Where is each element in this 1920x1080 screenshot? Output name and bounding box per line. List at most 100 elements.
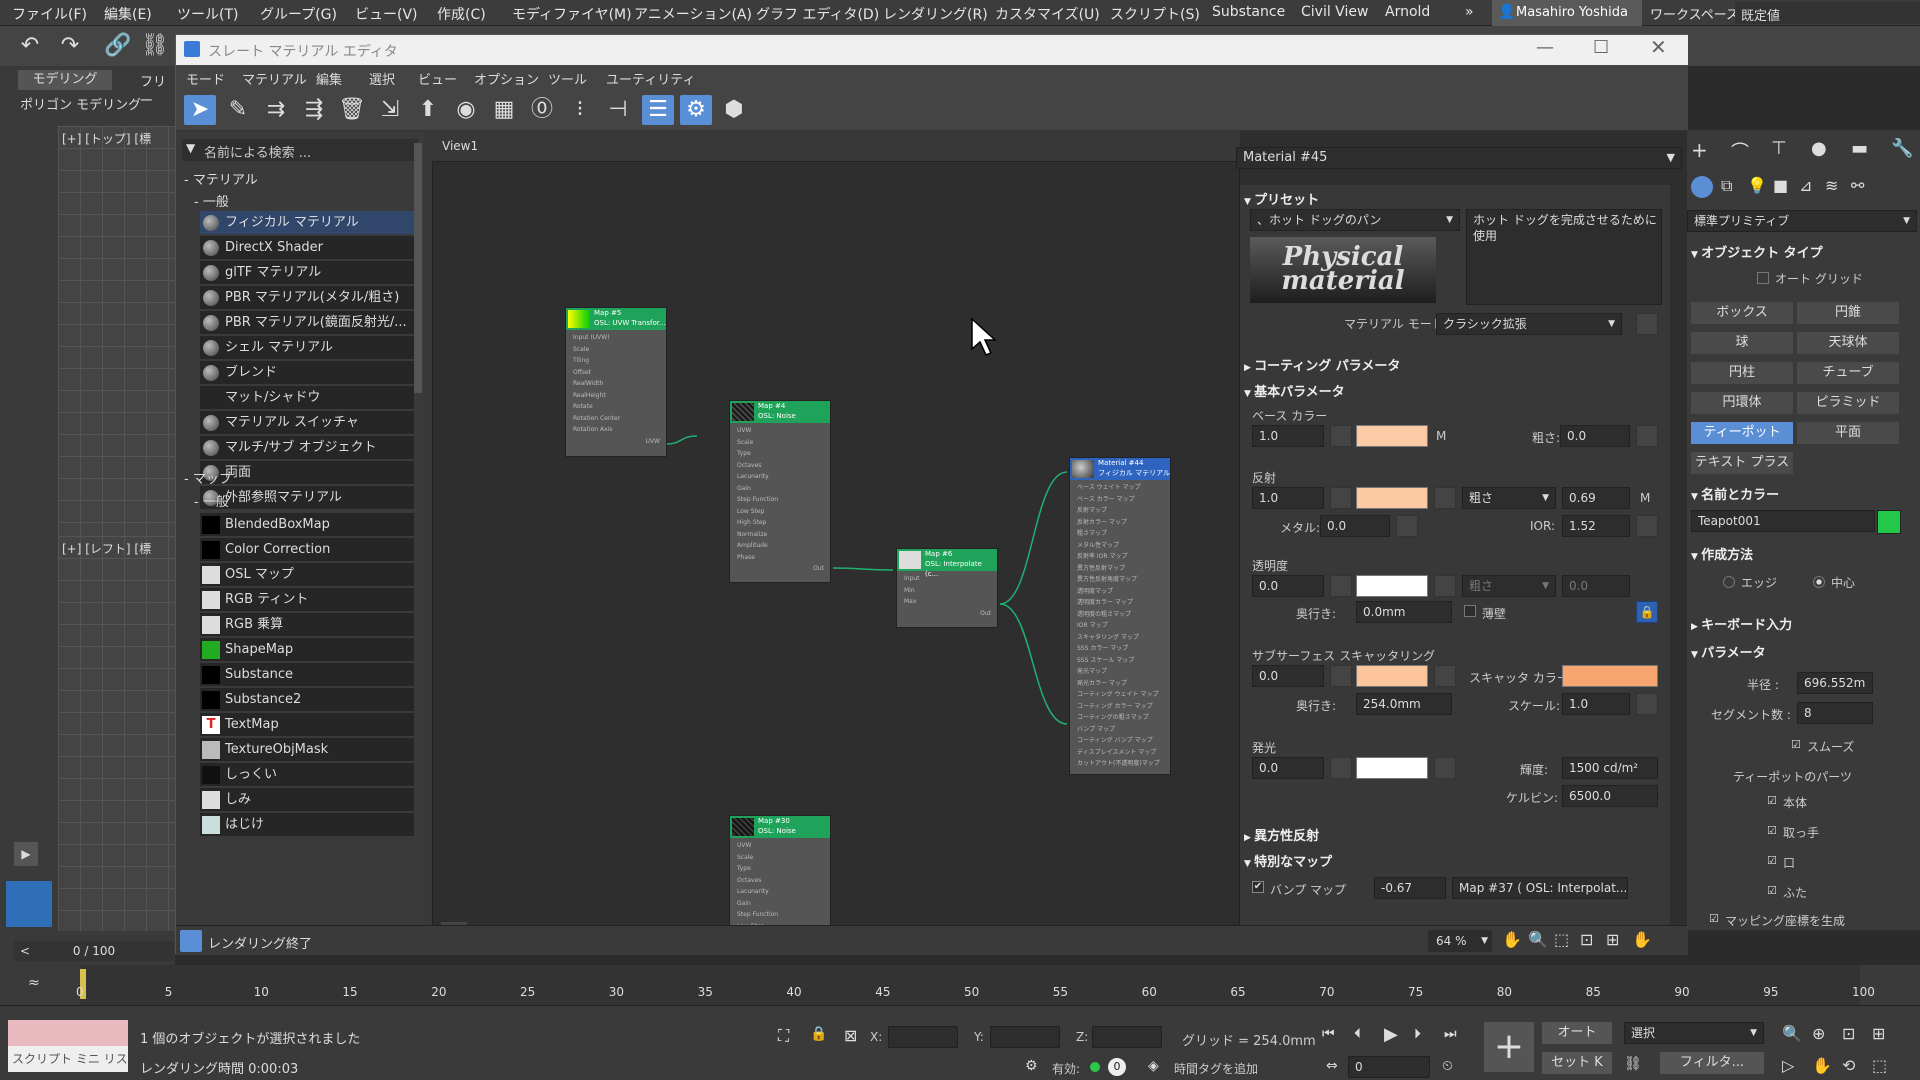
node-input-socket[interactable]: Step Function <box>730 494 830 506</box>
helpers-icon[interactable]: ⊿ <box>1799 176 1812 195</box>
pan-view-icon[interactable]: ✋ <box>1812 1056 1832 1075</box>
node-input-socket[interactable]: ベース カラー マップ <box>1070 494 1170 506</box>
menu-edit[interactable]: 編集(E) <box>104 4 152 24</box>
ior-map-button[interactable] <box>1636 515 1658 537</box>
menu-civil-view[interactable]: Civil View <box>1301 4 1368 20</box>
metalness-spinner[interactable]: 0.0 <box>1320 515 1390 537</box>
node-input-socket[interactable]: Gain <box>730 483 830 495</box>
object-color-swatch[interactable] <box>1877 510 1901 534</box>
slate-menu-tools[interactable]: ツール <box>548 69 587 88</box>
maps-group-header[interactable]: - マップ <box>184 468 232 487</box>
slate-menu-view[interactable]: ビュー <box>418 69 457 88</box>
geometry-icon[interactable] <box>1691 176 1713 198</box>
map-item[interactable]: しっくい <box>200 763 414 786</box>
slate-menu-utilities[interactable]: ユーティリティ <box>606 69 695 88</box>
depth-spinner[interactable]: 0.0mm <box>1356 601 1452 623</box>
rollup-keyboard-entry[interactable]: ▶ キーボード入力 <box>1691 614 1911 638</box>
center-radio[interactable] <box>1813 576 1825 588</box>
viewport-layout-icon[interactable] <box>6 881 52 927</box>
zero-badge-icon[interactable]: 0 <box>1108 1058 1126 1076</box>
maximize-icon[interactable]: ☐ <box>1593 37 1609 58</box>
time-tag-icon[interactable]: ◈ <box>1148 1058 1159 1074</box>
map-item[interactable]: はじけ <box>200 813 414 836</box>
put-to-library-icon[interactable]: ⇶ <box>298 95 330 125</box>
timeline-track[interactable]: 0 5 10 15 20 25 30 35 40 45 50 55 60 65 70 75 80 85 90 95 10… <box>76 965 1875 1005</box>
metalness-map-button[interactable] <box>1396 515 1418 537</box>
set-key-big-icon[interactable]: + <box>1484 1022 1534 1072</box>
link-icon[interactable]: 🔗 <box>103 31 133 61</box>
map-item[interactable]: Substance2 <box>200 688 414 711</box>
material-item[interactable]: PBR マテリアル(メタル/粗さ) <box>200 286 414 309</box>
gen-mapping-checkbox[interactable]: ☑ <box>1709 912 1719 925</box>
teapot-part-checkbox[interactable]: ☑ <box>1767 854 1777 867</box>
refl-weight-spinner[interactable]: 1.0 <box>1252 487 1324 509</box>
move-children-icon[interactable]: ⇲ <box>374 95 406 125</box>
zoom-viewport-icon[interactable]: 🔍 <box>1782 1024 1802 1043</box>
refl-roughness-spinner[interactable]: 0.69 <box>1562 487 1630 509</box>
radius-spinner[interactable]: 696.552m <box>1797 672 1873 694</box>
teapot-part-checkbox[interactable]: ☑ <box>1767 824 1777 837</box>
node-map6[interactable]: Map #6 OSL: Interpolate (c... Input Min Max… <box>896 548 998 628</box>
primitive-button[interactable]: ティーポット <box>1691 422 1793 444</box>
primitive-button[interactable]: 天球体 <box>1797 332 1899 354</box>
node-header[interactable]: Map #30 OSL: Noise <box>730 816 830 838</box>
ribbon-tab-modeling[interactable]: モデリング <box>18 70 112 90</box>
cameras-icon[interactable]: ■ <box>1773 176 1788 195</box>
node-output[interactable]: Out <box>730 563 830 575</box>
menu-tools[interactable]: ツール(T) <box>177 4 238 24</box>
ribbon-tab-freeform[interactable]: フリー <box>140 71 175 109</box>
key-filters-icon[interactable]: ⛓ <box>1624 1056 1642 1072</box>
node-input-socket[interactable]: Phase <box>730 552 830 564</box>
goto-start-icon[interactable]: ⏮ <box>1322 1026 1335 1042</box>
prev-frame-icon[interactable]: ⏴ <box>1354 1026 1361 1042</box>
browser-scrollbar[interactable] <box>414 143 422 393</box>
rollup-parameters[interactable]: ▼ パラメータ <box>1691 642 1911 666</box>
eyedropper-icon[interactable]: ✎ <box>222 95 254 125</box>
material-item[interactable]: 両面 <box>200 461 414 484</box>
teapot-part-checkbox[interactable]: ☑ <box>1767 884 1777 897</box>
primitive-button[interactable]: チューブ <box>1797 362 1899 384</box>
node-input-socket[interactable]: 透明度マップ <box>1070 586 1170 598</box>
shapes-icon[interactable]: ⧉ <box>1721 176 1732 196</box>
layout-vertical-icon[interactable]: ⁝ <box>564 95 596 125</box>
trans-weight-spinner[interactable]: 0.0 <box>1252 575 1324 597</box>
node-input-socket[interactable]: RealWidth <box>566 378 666 390</box>
pan-hand-icon[interactable]: ✋ <box>1502 930 1522 949</box>
menu-customize[interactable]: カスタマイズ(U) <box>995 4 1100 24</box>
selection-lock-icon[interactable]: 🔒 <box>810 1026 827 1042</box>
zoom-extents-all-icon[interactable]: ⊡ <box>1842 1024 1855 1043</box>
map-item[interactable]: OSL マップ <box>200 563 414 586</box>
x-field[interactable] <box>888 1026 958 1048</box>
node-input-socket[interactable]: 反射マップ <box>1070 505 1170 517</box>
node-input-socket[interactable]: SSS カラー マップ <box>1070 643 1170 655</box>
edge-radio[interactable] <box>1723 576 1735 588</box>
bump-map-checkbox[interactable]: ✔ <box>1252 881 1264 893</box>
next-frame-icon[interactable]: ⏵ <box>1414 1026 1421 1042</box>
close-icon[interactable]: ✕ <box>1650 35 1667 59</box>
space-warps-icon[interactable]: ≋ <box>1825 176 1838 195</box>
base-map-button[interactable]: M <box>1436 429 1446 443</box>
primitive-button[interactable]: 円錐 <box>1797 302 1899 324</box>
lock-icon[interactable]: 🔒 <box>1636 601 1658 623</box>
node-header[interactable]: Map #6 OSL: Interpolate (c... <box>897 549 997 578</box>
timeline[interactable]: < 0 / 100 ≈ 0 5 10 15 20 25 30 35 40 45 50 55 60 65 70… <box>0 941 1920 1005</box>
refl-weight-map-button[interactable] <box>1330 487 1352 509</box>
zoom-select[interactable]: 64 % ▼ <box>1428 930 1492 952</box>
delete-icon[interactable]: 🗑 <box>336 95 368 125</box>
unlink-icon[interactable]: ⛓ <box>140 31 170 61</box>
sss-depth-spinner[interactable]: 254.0mm <box>1356 693 1452 715</box>
node-input-socket[interactable]: Tiling <box>566 355 666 367</box>
menu-view[interactable]: ビュー(V) <box>355 4 418 24</box>
viewport-top-label[interactable]: [+] [トップ] [標 <box>62 130 151 147</box>
rollup-object-type[interactable]: ▼ オブジェクト タイプ <box>1691 242 1911 266</box>
node-input-socket[interactable]: 透明度カラー マップ <box>1070 597 1170 609</box>
node-input-socket[interactable]: High Step <box>730 517 830 529</box>
node-input-socket[interactable]: Rotation Axis <box>566 424 666 436</box>
refl-color-map-button[interactable] <box>1434 487 1456 509</box>
node-material44[interactable]: Material #44 フィジカル マテリアル ベース ウェイト マップ ベース … <box>1069 457 1171 775</box>
set-key-button[interactable]: セット K <box>1542 1052 1612 1074</box>
menu-scripting[interactable]: スクリプト(S) <box>1110 4 1200 24</box>
node-input-socket[interactable]: 粗さマップ <box>1070 528 1170 540</box>
node-input-socket[interactable]: Step Function <box>730 909 830 921</box>
base-weight-spinner[interactable]: 1.0 <box>1252 425 1324 447</box>
